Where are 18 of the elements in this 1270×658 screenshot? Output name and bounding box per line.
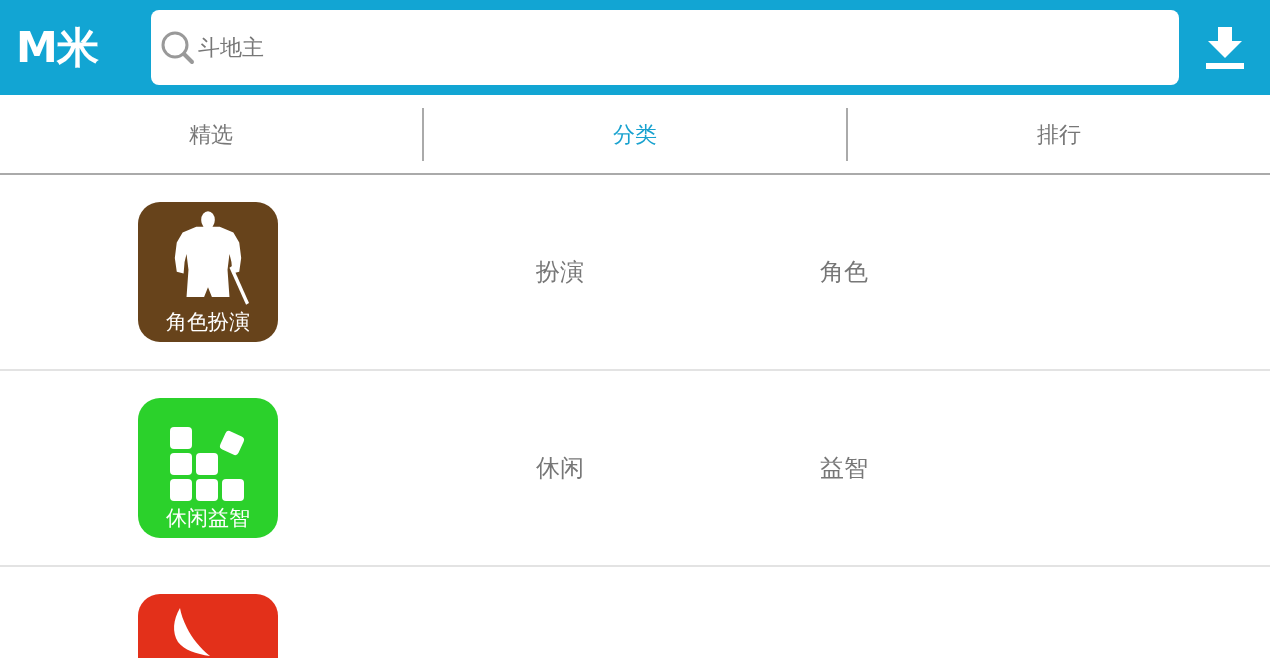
blocks-icon [170,426,246,501]
tile-label: 休闲益智 [166,506,250,530]
category-tab[interactable]: 排行 [848,95,1270,173]
category-tab[interactable]: 分类 [424,95,846,173]
search-icon [160,29,196,66]
search-input[interactable]: 斗地主 [196,31,1179,64]
app-logo[interactable]: M米 [0,26,151,69]
download-icon[interactable] [1205,26,1244,69]
category-tag: 休闲 [536,453,820,483]
category-tag: 角色 [820,257,868,287]
category-row[interactable]: 角色扮演 扮演 角色 [0,175,1270,371]
category-tag: 益智 [820,453,868,483]
tile-label: 角色扮演 [166,310,250,334]
category-row[interactable]: 休闲益智 休闲 益智 [0,371,1270,567]
category-tab[interactable]: 精选 [0,95,422,173]
search-field[interactable]: 斗地主 [151,10,1179,85]
blade-icon [172,608,210,656]
category-tag: 扮演 [536,257,820,287]
